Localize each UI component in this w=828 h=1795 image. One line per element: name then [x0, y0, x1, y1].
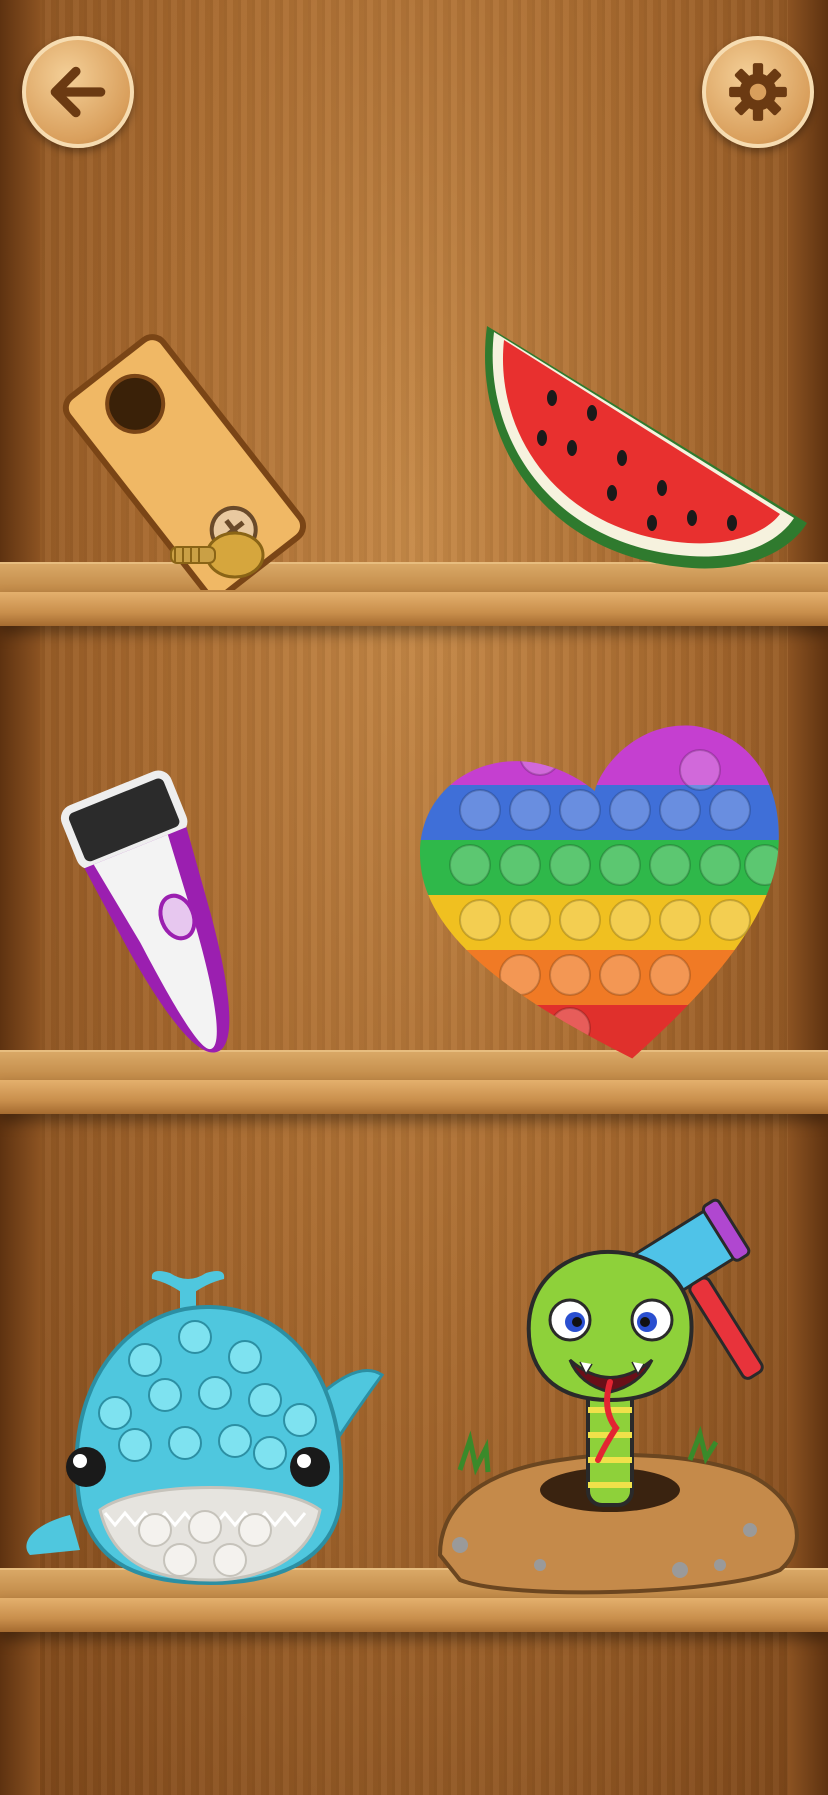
watermelon-toy[interactable]: [462, 318, 812, 578]
whack-a-snake-toy[interactable]: [420, 1170, 820, 1610]
gear-icon: [729, 63, 787, 121]
back-button[interactable]: [22, 36, 134, 148]
rainbow-heart-pop-it[interactable]: [420, 710, 800, 1070]
electric-shaver-toy[interactable]: [50, 770, 290, 1070]
whale-pop-it[interactable]: [20, 1265, 390, 1585]
settings-button[interactable]: [702, 36, 814, 148]
screw-plate-toy[interactable]: [50, 300, 310, 590]
arrow-left-icon: [50, 66, 106, 118]
